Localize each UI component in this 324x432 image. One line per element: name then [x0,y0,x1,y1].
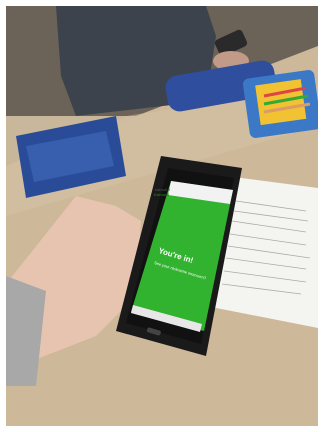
scene-illustration [6,6,318,426]
photo-frame: kahoot.it Kahoot! You're in! See your ni… [6,6,318,426]
site-label: Kahoot! [154,192,170,197]
